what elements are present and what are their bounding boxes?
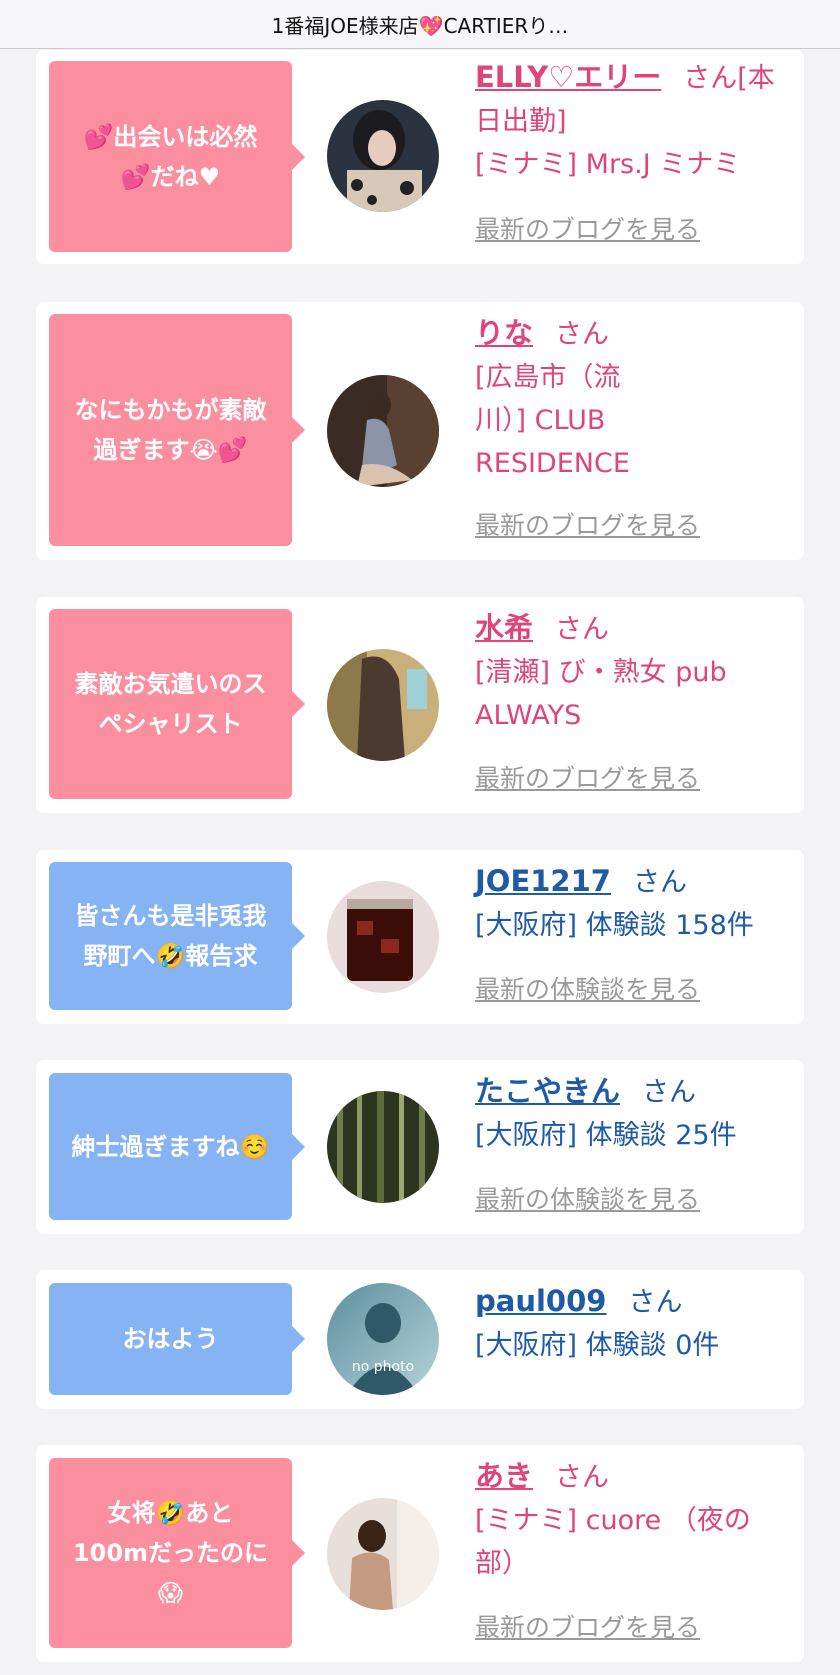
page-title-bar: 1番福JOE様来店💖CARTIERり… <box>0 0 840 49</box>
latest-review-link[interactable]: 最新の体験談を見る <box>475 1180 700 1216</box>
user-info: 水希 さん [清瀬] び・熟女 pub ALWAYS <box>475 607 765 737</box>
comment-line: 過ぎます😭💕 <box>93 436 248 464</box>
review-count: [大阪府] 体験談 25件 <box>475 1120 737 1151</box>
list-item: おはよう no photo paul009 さん [大阪府] 体験談 0件 <box>36 1270 804 1409</box>
latest-blog-link[interactable]: 最新のブログを見る <box>475 759 700 795</box>
comment-bubble: 女将🤣あと 100mだったのに 😱 <box>49 1458 305 1648</box>
shop-detail: [ミナミ] Mrs.J ミナミ <box>475 149 741 180</box>
comment-line: 100mだったのに <box>72 1539 269 1567</box>
comment-bubble: 💕出会いは必然 💕だね♥ <box>49 61 305 252</box>
honorific: さん <box>632 867 687 898</box>
user-info: ELLY♡エリー さん[本日出勤] [ミナミ] Mrs.J ミナミ <box>475 56 795 186</box>
list-item: 皆さんも是非兎我 野町へ🤣報告求 JOE1217 さん [大阪府] 体験談 158… <box>36 850 804 1024</box>
review-count: [大阪府] 体験談 0件 <box>475 1330 720 1361</box>
comment-line: 💕出会いは必然 <box>83 122 258 151</box>
user-name-link[interactable]: あき <box>475 1459 533 1493</box>
comment-line: 💕だね♥ <box>120 162 221 191</box>
comment-line: 紳士過ぎますね☺️ <box>71 1132 270 1161</box>
page-title: 1番福JOE様来店💖CARTIERり… <box>271 13 569 38</box>
latest-blog-link[interactable]: 最新のブログを見る <box>475 506 700 542</box>
honorific: さん <box>628 1287 683 1318</box>
no-photo-label: no photo <box>352 1359 414 1375</box>
avatar[interactable] <box>327 1498 439 1610</box>
comment-line: 野町へ🤣報告求 <box>83 942 258 970</box>
shop-detail: [ミナミ] cuore （夜の部） <box>475 1505 751 1579</box>
user-name-link[interactable]: paul009 <box>475 1284 606 1318</box>
avatar[interactable] <box>327 649 439 761</box>
user-name-link[interactable]: 水希 <box>475 611 533 645</box>
comment-bubble: 皆さんも是非兎我 野町へ🤣報告求 <box>49 862 305 1010</box>
list-item: 女将🤣あと 100mだったのに 😱 あき さん [ミナミ] cuore （夜の部）… <box>36 1445 804 1662</box>
comment-line: 女将🤣あと <box>107 1499 234 1527</box>
user-info: あき さん [ミナミ] cuore （夜の部） <box>475 1455 790 1585</box>
latest-review-link[interactable]: 最新の体験談を見る <box>475 970 700 1006</box>
avatar[interactable] <box>327 1091 439 1203</box>
list-item: 💕出会いは必然 💕だね♥ ELLY♡エリー さん[本日出勤] [ミナミ] Mrs.… <box>36 50 804 264</box>
list-item: 紳士過ぎますね☺️ たこやきん さん [大阪府] 体験談 25件 最新の体験談を見… <box>36 1060 804 1234</box>
comment-line: 😱 <box>157 1579 183 1607</box>
comment-line: ペシャリスト <box>98 710 243 738</box>
comment-bubble: なにもかもが素敵 過ぎます😭💕 <box>49 314 305 546</box>
avatar[interactable] <box>327 375 439 487</box>
comment-line: おはよう <box>122 1325 219 1353</box>
list-item: なにもかもが素敵 過ぎます😭💕 りな さん [広島市（流川）] CLUB RESI… <box>36 302 804 560</box>
comment-line: 素敵お気遣いのス <box>74 670 267 698</box>
user-info: たこやきん さん [大阪府] 体験談 25件 <box>475 1070 795 1157</box>
user-info: JOE1217 さん [大阪府] 体験談 158件 <box>475 860 795 947</box>
review-count: [大阪府] 体験談 158件 <box>475 910 754 941</box>
shop-detail: [清瀬] び・熟女 pub ALWAYS <box>475 657 727 731</box>
honorific: さん <box>555 319 610 350</box>
avatar[interactable] <box>327 100 439 212</box>
comment-bubble: 紳士過ぎますね☺️ <box>49 1073 305 1220</box>
shop-detail: [広島市（流川）] CLUB RESIDENCE <box>475 362 630 479</box>
user-name-link[interactable]: りな <box>475 316 533 350</box>
user-info: りな さん [広島市（流川）] CLUB RESIDENCE <box>475 312 650 485</box>
comment-line: なにもかもが素敵 <box>74 396 267 424</box>
honorific: さん <box>555 1462 610 1493</box>
comment-line: 皆さんも是非兎我 <box>74 902 267 930</box>
comment-bubble: 素敵お気遣いのス ペシャリスト <box>49 609 305 799</box>
honorific: さん <box>642 1077 697 1108</box>
user-info: paul009 さん [大阪府] 体験談 0件 <box>475 1280 795 1367</box>
latest-blog-link[interactable]: 最新のブログを見る <box>475 210 700 246</box>
latest-blog-link[interactable]: 最新のブログを見る <box>475 1608 700 1644</box>
user-name-link[interactable]: たこやきん <box>475 1074 620 1108</box>
comment-bubble: おはよう <box>49 1283 305 1395</box>
list-item: 素敵お気遣いのス ペシャリスト 水希 さん [清瀬] び・熟女 pub ALWAY… <box>36 597 804 813</box>
avatar[interactable]: no photo <box>327 1283 439 1395</box>
honorific: さん <box>555 614 610 645</box>
user-name-link[interactable]: ELLY♡エリー <box>475 60 661 94</box>
avatar[interactable] <box>327 881 439 993</box>
user-name-link[interactable]: JOE1217 <box>475 864 611 898</box>
